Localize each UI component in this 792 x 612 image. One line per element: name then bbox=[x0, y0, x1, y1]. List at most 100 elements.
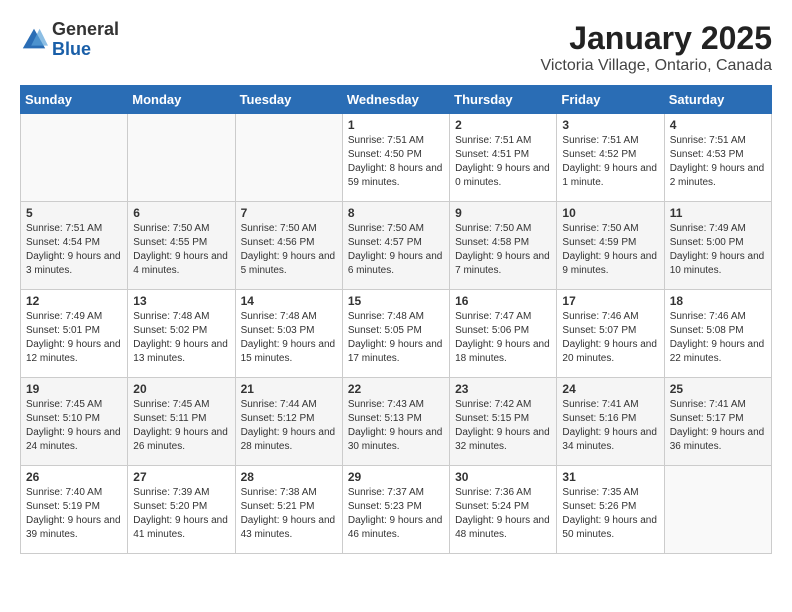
day-info: Sunrise: 7:36 AM Sunset: 5:24 PM Dayligh… bbox=[455, 486, 551, 542]
calendar-cell bbox=[21, 114, 128, 202]
day-info: Sunrise: 7:49 AM Sunset: 5:00 PM Dayligh… bbox=[670, 222, 766, 278]
day-info: Sunrise: 7:35 AM Sunset: 5:26 PM Dayligh… bbox=[562, 486, 658, 542]
day-info: Sunrise: 7:51 AM Sunset: 4:54 PM Dayligh… bbox=[26, 222, 122, 278]
calendar-cell: 29Sunrise: 7:37 AM Sunset: 5:23 PM Dayli… bbox=[342, 466, 449, 554]
calendar-cell: 14Sunrise: 7:48 AM Sunset: 5:03 PM Dayli… bbox=[235, 290, 342, 378]
calendar-title: January 2025 bbox=[540, 20, 772, 57]
day-info: Sunrise: 7:48 AM Sunset: 5:02 PM Dayligh… bbox=[133, 310, 229, 366]
day-number: 27 bbox=[133, 470, 229, 484]
day-number: 5 bbox=[26, 206, 122, 220]
calendar-cell: 1 Sunrise: 7:51 AM Sunset: 4:50 PM Daylig… bbox=[342, 114, 449, 202]
day-info: Sunrise: 7:46 AM Sunset: 5:07 PM Dayligh… bbox=[562, 310, 658, 366]
col-wednesday: Wednesday bbox=[342, 86, 449, 114]
calendar-cell: 10Sunrise: 7:50 AM Sunset: 4:59 PM Dayli… bbox=[557, 202, 664, 290]
day-info: Sunrise: 7:45 AM Sunset: 5:10 PM Dayligh… bbox=[26, 398, 122, 454]
calendar-cell: 18 Sunrise: 7:46 AM Sunset: 5:08 PM Dayli… bbox=[664, 290, 771, 378]
day-info: Sunrise: 7:39 AM Sunset: 5:20 PM Dayligh… bbox=[133, 486, 229, 542]
day-number: 9 bbox=[455, 206, 551, 220]
calendar-cell: 21Sunrise: 7:44 AM Sunset: 5:12 PM Dayli… bbox=[235, 378, 342, 466]
day-info: Sunrise: 7:42 AM Sunset: 5:15 PM Dayligh… bbox=[455, 398, 551, 454]
day-number: 18 bbox=[670, 294, 766, 308]
day-number: 11 bbox=[670, 206, 766, 220]
logo-icon bbox=[20, 26, 48, 54]
calendar-cell: 24 Sunrise: 7:41 AM Sunset: 5:16 PM Dayli… bbox=[557, 378, 664, 466]
calendar-cell: 30 Sunrise: 7:36 AM Sunset: 5:24 PM Dayli… bbox=[450, 466, 557, 554]
calendar-week-2: 5 Sunrise: 7:51 AM Sunset: 4:54 PM Daylig… bbox=[21, 202, 772, 290]
calendar-cell bbox=[664, 466, 771, 554]
calendar-subtitle: Victoria Village, Ontario, Canada bbox=[540, 57, 772, 75]
header-row: Sunday Monday Tuesday Wednesday Thursday… bbox=[21, 86, 772, 114]
day-number: 23 bbox=[455, 382, 551, 396]
calendar-cell: 13 Sunrise: 7:48 AM Sunset: 5:02 PM Dayli… bbox=[128, 290, 235, 378]
day-number: 19 bbox=[26, 382, 122, 396]
day-info: Sunrise: 7:50 AM Sunset: 4:56 PM Dayligh… bbox=[241, 222, 337, 278]
col-friday: Friday bbox=[557, 86, 664, 114]
calendar-cell: 12Sunrise: 7:49 AM Sunset: 5:01 PM Dayli… bbox=[21, 290, 128, 378]
day-number: 17 bbox=[562, 294, 658, 308]
calendar-cell: 31Sunrise: 7:35 AM Sunset: 5:26 PM Dayli… bbox=[557, 466, 664, 554]
day-number: 25 bbox=[670, 382, 766, 396]
col-saturday: Saturday bbox=[664, 86, 771, 114]
calendar-cell: 4Sunrise: 7:51 AM Sunset: 4:53 PM Daylig… bbox=[664, 114, 771, 202]
day-number: 26 bbox=[26, 470, 122, 484]
day-number: 3 bbox=[562, 118, 658, 132]
calendar-cell: 25 Sunrise: 7:41 AM Sunset: 5:17 PM Dayli… bbox=[664, 378, 771, 466]
day-info: Sunrise: 7:51 AM Sunset: 4:52 PM Dayligh… bbox=[562, 134, 658, 190]
calendar-cell: 23 Sunrise: 7:42 AM Sunset: 5:15 PM Dayli… bbox=[450, 378, 557, 466]
day-number: 13 bbox=[133, 294, 229, 308]
calendar-cell: 5 Sunrise: 7:51 AM Sunset: 4:54 PM Daylig… bbox=[21, 202, 128, 290]
day-number: 7 bbox=[241, 206, 337, 220]
day-info: Sunrise: 7:41 AM Sunset: 5:16 PM Dayligh… bbox=[562, 398, 658, 454]
calendar-cell: 22 Sunrise: 7:43 AM Sunset: 5:13 PM Dayli… bbox=[342, 378, 449, 466]
day-number: 29 bbox=[348, 470, 444, 484]
day-number: 8 bbox=[348, 206, 444, 220]
day-info: Sunrise: 7:50 AM Sunset: 4:55 PM Dayligh… bbox=[133, 222, 229, 278]
day-info: Sunrise: 7:51 AM Sunset: 4:53 PM Dayligh… bbox=[670, 134, 766, 190]
day-info: Sunrise: 7:45 AM Sunset: 5:11 PM Dayligh… bbox=[133, 398, 229, 454]
day-number: 14 bbox=[241, 294, 337, 308]
col-tuesday: Tuesday bbox=[235, 86, 342, 114]
calendar-week-4: 19 Sunrise: 7:45 AM Sunset: 5:10 PM Dayli… bbox=[21, 378, 772, 466]
day-info: Sunrise: 7:44 AM Sunset: 5:12 PM Dayligh… bbox=[241, 398, 337, 454]
day-info: Sunrise: 7:51 AM Sunset: 4:50 PM Dayligh… bbox=[348, 134, 444, 190]
day-info: Sunrise: 7:43 AM Sunset: 5:13 PM Dayligh… bbox=[348, 398, 444, 454]
calendar-week-5: 26Sunrise: 7:40 AM Sunset: 5:19 PM Dayli… bbox=[21, 466, 772, 554]
day-info: Sunrise: 7:50 AM Sunset: 4:58 PM Dayligh… bbox=[455, 222, 551, 278]
day-info: Sunrise: 7:50 AM Sunset: 4:57 PM Dayligh… bbox=[348, 222, 444, 278]
calendar-cell: 16Sunrise: 7:47 AM Sunset: 5:06 PM Dayli… bbox=[450, 290, 557, 378]
calendar-cell: 8 Sunrise: 7:50 AM Sunset: 4:57 PM Daylig… bbox=[342, 202, 449, 290]
calendar-cell: 27 Sunrise: 7:39 AM Sunset: 5:20 PM Dayli… bbox=[128, 466, 235, 554]
calendar-cell: 3 Sunrise: 7:51 AM Sunset: 4:52 PM Daylig… bbox=[557, 114, 664, 202]
day-info: Sunrise: 7:38 AM Sunset: 5:21 PM Dayligh… bbox=[241, 486, 337, 542]
day-number: 10 bbox=[562, 206, 658, 220]
logo-general: General bbox=[52, 19, 119, 39]
day-number: 12 bbox=[26, 294, 122, 308]
calendar-cell bbox=[235, 114, 342, 202]
day-number: 16 bbox=[455, 294, 551, 308]
day-number: 1 bbox=[348, 118, 444, 132]
col-sunday: Sunday bbox=[21, 86, 128, 114]
title-block: January 2025 Victoria Village, Ontario, … bbox=[540, 20, 772, 75]
calendar-cell: 15Sunrise: 7:48 AM Sunset: 5:05 PM Dayli… bbox=[342, 290, 449, 378]
day-number: 30 bbox=[455, 470, 551, 484]
day-info: Sunrise: 7:41 AM Sunset: 5:17 PM Dayligh… bbox=[670, 398, 766, 454]
calendar-week-3: 12Sunrise: 7:49 AM Sunset: 5:01 PM Dayli… bbox=[21, 290, 772, 378]
day-number: 28 bbox=[241, 470, 337, 484]
calendar-table: Sunday Monday Tuesday Wednesday Thursday… bbox=[20, 85, 772, 554]
calendar-cell: 28 Sunrise: 7:38 AM Sunset: 5:21 PM Dayli… bbox=[235, 466, 342, 554]
calendar-cell: 17 Sunrise: 7:46 AM Sunset: 5:07 PM Dayli… bbox=[557, 290, 664, 378]
day-number: 15 bbox=[348, 294, 444, 308]
day-number: 20 bbox=[133, 382, 229, 396]
day-number: 6 bbox=[133, 206, 229, 220]
logo-text: General Blue bbox=[52, 20, 119, 60]
calendar-cell bbox=[128, 114, 235, 202]
calendar-cell: 20 Sunrise: 7:45 AM Sunset: 5:11 PM Dayli… bbox=[128, 378, 235, 466]
col-thursday: Thursday bbox=[450, 86, 557, 114]
day-info: Sunrise: 7:46 AM Sunset: 5:08 PM Dayligh… bbox=[670, 310, 766, 366]
calendar-cell: 7 Sunrise: 7:50 AM Sunset: 4:56 PM Daylig… bbox=[235, 202, 342, 290]
calendar-cell: 9 Sunrise: 7:50 AM Sunset: 4:58 PM Daylig… bbox=[450, 202, 557, 290]
day-number: 24 bbox=[562, 382, 658, 396]
day-number: 2 bbox=[455, 118, 551, 132]
day-info: Sunrise: 7:51 AM Sunset: 4:51 PM Dayligh… bbox=[455, 134, 551, 190]
day-number: 22 bbox=[348, 382, 444, 396]
